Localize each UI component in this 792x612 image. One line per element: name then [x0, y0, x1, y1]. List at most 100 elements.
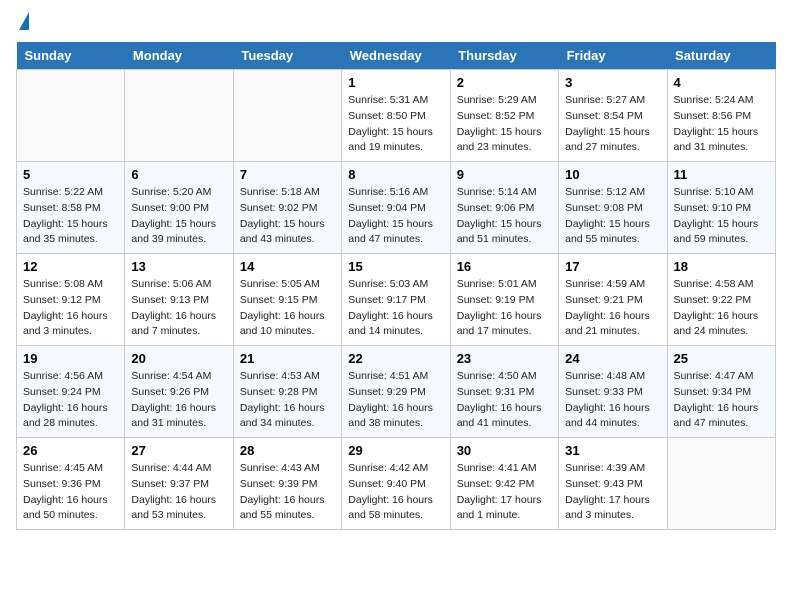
day-number: 21 — [240, 351, 335, 366]
calendar-cell: 4 Sunrise: 5:24 AM Sunset: 8:56 PM Daylig… — [667, 70, 775, 162]
day-number: 9 — [457, 167, 552, 182]
calendar-cell: 19 Sunrise: 4:56 AM Sunset: 9:24 PM Dayli… — [17, 346, 125, 438]
day-info: Sunrise: 5:29 AM Sunset: 8:52 PM Dayligh… — [457, 93, 552, 156]
day-info: Sunrise: 5:31 AM Sunset: 8:50 PM Dayligh… — [348, 93, 443, 156]
calendar-cell: 6 Sunrise: 5:20 AM Sunset: 9:00 PM Daylig… — [125, 162, 233, 254]
day-number: 29 — [348, 443, 443, 458]
day-number: 16 — [457, 259, 552, 274]
calendar-cell — [17, 70, 125, 162]
day-number: 27 — [131, 443, 226, 458]
calendar-week-row: 5 Sunrise: 5:22 AM Sunset: 8:58 PM Daylig… — [17, 162, 776, 254]
day-number: 18 — [674, 259, 769, 274]
day-info: Sunrise: 4:39 AM Sunset: 9:43 PM Dayligh… — [565, 461, 660, 524]
day-number: 23 — [457, 351, 552, 366]
day-info: Sunrise: 4:47 AM Sunset: 9:34 PM Dayligh… — [674, 369, 769, 432]
day-info: Sunrise: 4:53 AM Sunset: 9:28 PM Dayligh… — [240, 369, 335, 432]
day-number: 1 — [348, 75, 443, 90]
calendar-week-row: 26 Sunrise: 4:45 AM Sunset: 9:36 PM Dayli… — [17, 438, 776, 530]
day-info: Sunrise: 4:54 AM Sunset: 9:26 PM Dayligh… — [131, 369, 226, 432]
day-info: Sunrise: 4:41 AM Sunset: 9:42 PM Dayligh… — [457, 461, 552, 524]
calendar-header-row: SundayMondayTuesdayWednesdayThursdayFrid… — [17, 42, 776, 70]
calendar-week-row: 19 Sunrise: 4:56 AM Sunset: 9:24 PM Dayli… — [17, 346, 776, 438]
calendar-cell: 20 Sunrise: 4:54 AM Sunset: 9:26 PM Dayli… — [125, 346, 233, 438]
day-info: Sunrise: 5:01 AM Sunset: 9:19 PM Dayligh… — [457, 277, 552, 340]
day-info: Sunrise: 4:50 AM Sunset: 9:31 PM Dayligh… — [457, 369, 552, 432]
day-number: 19 — [23, 351, 118, 366]
day-number: 5 — [23, 167, 118, 182]
day-number: 15 — [348, 259, 443, 274]
day-number: 22 — [348, 351, 443, 366]
calendar-cell: 15 Sunrise: 5:03 AM Sunset: 9:17 PM Dayli… — [342, 254, 450, 346]
day-info: Sunrise: 4:56 AM Sunset: 9:24 PM Dayligh… — [23, 369, 118, 432]
day-info: Sunrise: 4:43 AM Sunset: 9:39 PM Dayligh… — [240, 461, 335, 524]
calendar-cell — [667, 438, 775, 530]
calendar-cell: 2 Sunrise: 5:29 AM Sunset: 8:52 PM Daylig… — [450, 70, 558, 162]
day-info: Sunrise: 5:03 AM Sunset: 9:17 PM Dayligh… — [348, 277, 443, 340]
day-info: Sunrise: 4:51 AM Sunset: 9:29 PM Dayligh… — [348, 369, 443, 432]
day-number: 4 — [674, 75, 769, 90]
day-info: Sunrise: 4:45 AM Sunset: 9:36 PM Dayligh… — [23, 461, 118, 524]
calendar-cell — [125, 70, 233, 162]
day-number: 28 — [240, 443, 335, 458]
day-number: 17 — [565, 259, 660, 274]
calendar-table: SundayMondayTuesdayWednesdayThursdayFrid… — [16, 42, 776, 530]
day-number: 20 — [131, 351, 226, 366]
day-number: 13 — [131, 259, 226, 274]
calendar-cell: 16 Sunrise: 5:01 AM Sunset: 9:19 PM Dayli… — [450, 254, 558, 346]
day-info: Sunrise: 5:22 AM Sunset: 8:58 PM Dayligh… — [23, 185, 118, 248]
day-info: Sunrise: 4:59 AM Sunset: 9:21 PM Dayligh… — [565, 277, 660, 340]
calendar-header-thursday: Thursday — [450, 42, 558, 70]
calendar-header-tuesday: Tuesday — [233, 42, 341, 70]
day-number: 8 — [348, 167, 443, 182]
day-info: Sunrise: 5:10 AM Sunset: 9:10 PM Dayligh… — [674, 185, 769, 248]
calendar-cell: 18 Sunrise: 4:58 AM Sunset: 9:22 PM Dayli… — [667, 254, 775, 346]
calendar-cell: 5 Sunrise: 5:22 AM Sunset: 8:58 PM Daylig… — [17, 162, 125, 254]
calendar-cell: 24Sunrise: 4:48 AM Sunset: 9:33 PM Dayli… — [559, 346, 667, 438]
day-number: 25 — [674, 351, 769, 366]
day-info: Sunrise: 5:14 AM Sunset: 9:06 PM Dayligh… — [457, 185, 552, 248]
calendar-cell: 7 Sunrise: 5:18 AM Sunset: 9:02 PM Daylig… — [233, 162, 341, 254]
calendar-header-saturday: Saturday — [667, 42, 775, 70]
calendar-cell: 8 Sunrise: 5:16 AM Sunset: 9:04 PM Daylig… — [342, 162, 450, 254]
calendar-cell: 3 Sunrise: 5:27 AM Sunset: 8:54 PM Daylig… — [559, 70, 667, 162]
calendar-header-wednesday: Wednesday — [342, 42, 450, 70]
day-number: 11 — [674, 167, 769, 182]
day-info: Sunrise: 5:16 AM Sunset: 9:04 PM Dayligh… — [348, 185, 443, 248]
calendar-cell: 12 Sunrise: 5:08 AM Sunset: 9:12 PM Dayli… — [17, 254, 125, 346]
calendar-cell: 22 Sunrise: 4:51 AM Sunset: 9:29 PM Dayli… — [342, 346, 450, 438]
calendar-cell: 10 Sunrise: 5:12 AM Sunset: 9:08 PM Dayli… — [559, 162, 667, 254]
calendar-cell: 30Sunrise: 4:41 AM Sunset: 9:42 PM Dayli… — [450, 438, 558, 530]
calendar-week-row: 1 Sunrise: 5:31 AM Sunset: 8:50 PM Daylig… — [17, 70, 776, 162]
calendar-header-friday: Friday — [559, 42, 667, 70]
calendar-cell: 27Sunrise: 4:44 AM Sunset: 9:37 PM Dayli… — [125, 438, 233, 530]
calendar-cell: 11 Sunrise: 5:10 AM Sunset: 9:10 PM Dayli… — [667, 162, 775, 254]
day-number: 26 — [23, 443, 118, 458]
day-info: Sunrise: 5:18 AM Sunset: 9:02 PM Dayligh… — [240, 185, 335, 248]
day-info: Sunrise: 5:06 AM Sunset: 9:13 PM Dayligh… — [131, 277, 226, 340]
day-info: Sunrise: 5:24 AM Sunset: 8:56 PM Dayligh… — [674, 93, 769, 156]
calendar-cell: 9 Sunrise: 5:14 AM Sunset: 9:06 PM Daylig… — [450, 162, 558, 254]
calendar-cell: 1 Sunrise: 5:31 AM Sunset: 8:50 PM Daylig… — [342, 70, 450, 162]
day-info: Sunrise: 4:42 AM Sunset: 9:40 PM Dayligh… — [348, 461, 443, 524]
logo — [16, 16, 29, 30]
page-header — [16, 16, 776, 30]
day-number: 10 — [565, 167, 660, 182]
calendar-cell: 31 Sunrise: 4:39 AM Sunset: 9:43 PM Dayli… — [559, 438, 667, 530]
day-info: Sunrise: 5:08 AM Sunset: 9:12 PM Dayligh… — [23, 277, 118, 340]
day-number: 7 — [240, 167, 335, 182]
day-number: 2 — [457, 75, 552, 90]
day-number: 6 — [131, 167, 226, 182]
day-number: 14 — [240, 259, 335, 274]
day-info: Sunrise: 5:27 AM Sunset: 8:54 PM Dayligh… — [565, 93, 660, 156]
calendar-cell: 23 Sunrise: 4:50 AM Sunset: 9:31 PM Dayli… — [450, 346, 558, 438]
day-number: 12 — [23, 259, 118, 274]
day-info: Sunrise: 5:12 AM Sunset: 9:08 PM Dayligh… — [565, 185, 660, 248]
calendar-cell: 26 Sunrise: 4:45 AM Sunset: 9:36 PM Dayli… — [17, 438, 125, 530]
calendar-cell: 29 Sunrise: 4:42 AM Sunset: 9:40 PM Dayli… — [342, 438, 450, 530]
calendar-cell — [233, 70, 341, 162]
day-info: Sunrise: 5:20 AM Sunset: 9:00 PM Dayligh… — [131, 185, 226, 248]
calendar-header-sunday: Sunday — [17, 42, 125, 70]
day-number: 3 — [565, 75, 660, 90]
day-info: Sunrise: 4:58 AM Sunset: 9:22 PM Dayligh… — [674, 277, 769, 340]
day-number: 31 — [565, 443, 660, 458]
